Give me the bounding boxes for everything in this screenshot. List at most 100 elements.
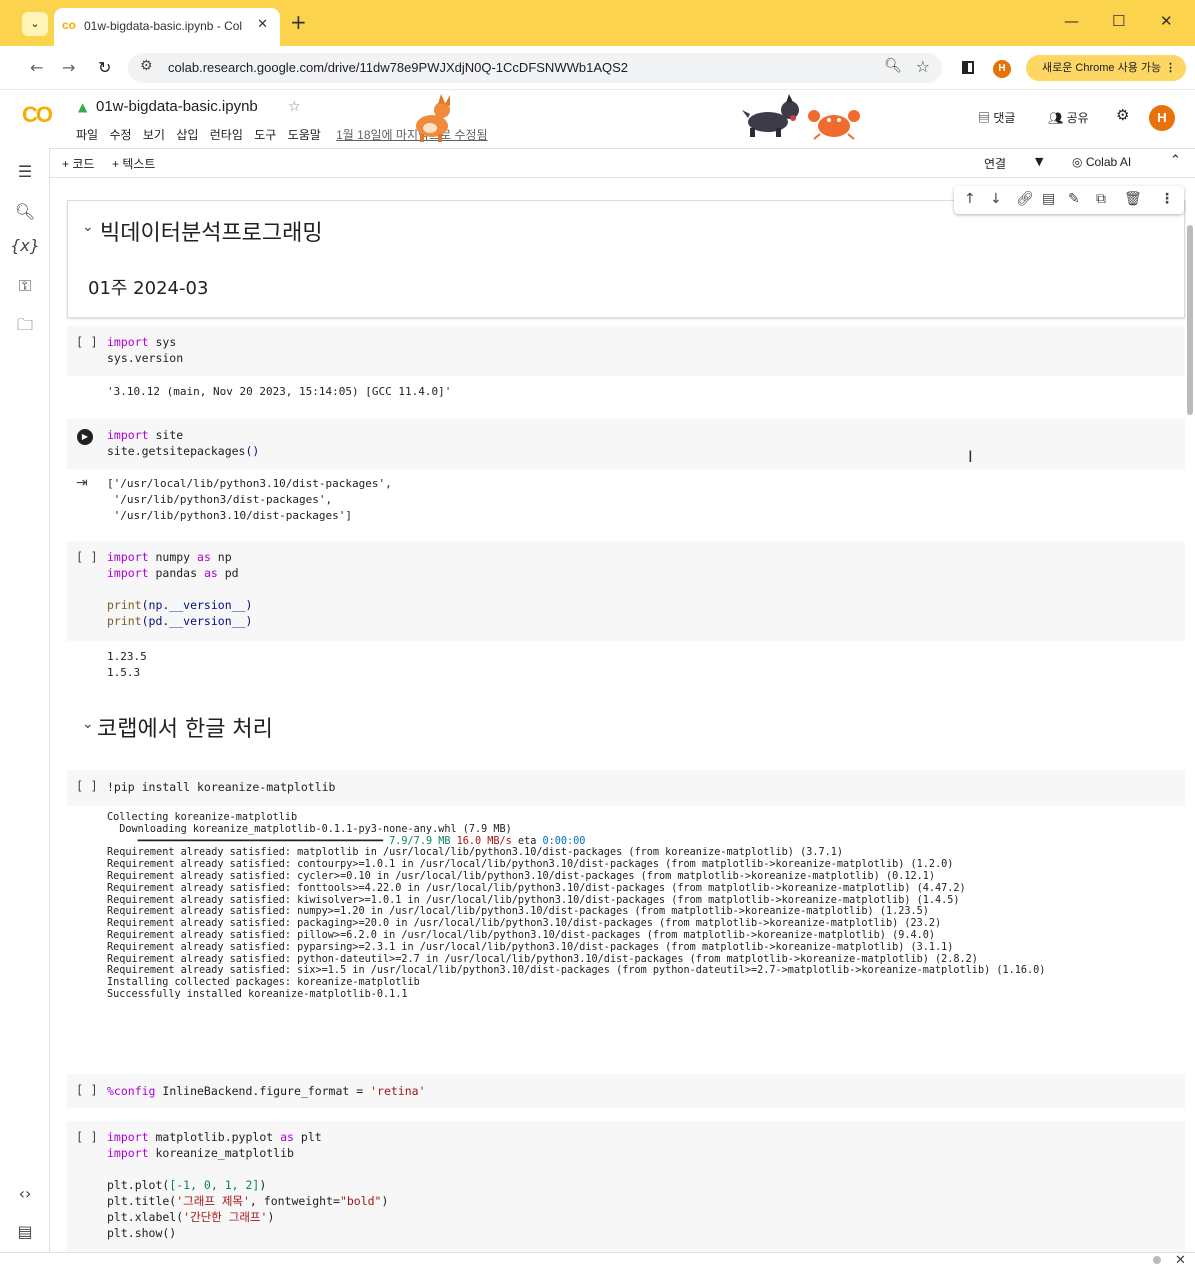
notebook-title[interactable]: 01w-bigdata-basic.ipynb: [96, 98, 258, 115]
table-of-contents-icon[interactable]: ☰: [0, 162, 50, 181]
code-text: numpy: [148, 550, 198, 564]
code-text: (np.__version__): [141, 598, 253, 612]
code-text: plt.title(: [107, 1194, 177, 1208]
comment-cell-icon[interactable]: ▤: [1042, 191, 1055, 207]
code-string: "bold": [339, 1194, 382, 1208]
code-snippets-icon[interactable]: ‹›: [0, 1184, 50, 1203]
code-editor[interactable]: import site site.getsitepackages(): [107, 427, 259, 459]
link-icon[interactable]: 🔗︎: [1016, 191, 1034, 207]
mirror-cell-icon[interactable]: ⧉: [1096, 191, 1106, 207]
colab-ai-button[interactable]: ◎ Colab AI: [1072, 155, 1131, 169]
chrome-profile-avatar[interactable]: H: [993, 60, 1011, 78]
delete-icon[interactable]: 🗑︎: [1124, 191, 1142, 207]
browser-tab-strip: ⌄ co 01w-bigdata-basic.ipynb - Col ✕ + —…: [0, 0, 1195, 46]
search-icon[interactable]: 🔍︎: [0, 202, 50, 221]
run-cell-bracket[interactable]: [ ]: [76, 550, 98, 564]
collapse-section-chevron-icon[interactable]: ⌄: [82, 716, 94, 732]
tab-search-chevron-icon[interactable]: ⌄: [22, 12, 48, 36]
more-options-icon[interactable]: ⋮: [1160, 191, 1174, 207]
site-settings-icon[interactable]: ⚙: [140, 58, 153, 74]
code-keyword: as: [203, 566, 218, 580]
code-editor[interactable]: %config InlineBackend.figure_format = 'r…: [107, 1083, 426, 1099]
code-editor[interactable]: import numpy as np import pandas as pd p…: [107, 549, 252, 629]
run-cell-bracket[interactable]: [ ]: [76, 335, 98, 349]
add-code-button[interactable]: + 코드: [62, 155, 94, 172]
run-play-icon[interactable]: ▶: [77, 429, 93, 445]
tab-close-icon[interactable]: ✕: [257, 17, 268, 32]
code-cell-sys[interactable]: [ ] import sys sys.version: [67, 326, 1185, 376]
back-arrow-icon[interactable]: ←: [30, 58, 43, 77]
secrets-key-icon[interactable]: ⚿: [0, 276, 50, 296]
menu-file[interactable]: 파일: [76, 128, 98, 142]
code-editor[interactable]: import matplotlib.pyplot as plt import k…: [107, 1129, 388, 1241]
comment-label: 댓글: [993, 111, 1016, 125]
colab-ai-icon: ◎: [1072, 155, 1083, 169]
code-number: [-1, 0, 1, 2]: [169, 1178, 260, 1192]
minimize-icon[interactable]: —: [1064, 12, 1079, 30]
code-cell-pip-install[interactable]: [ ] !pip install koreanize-matplotlib: [67, 770, 1185, 806]
code-editor[interactable]: !pip install koreanize-matplotlib: [107, 779, 335, 795]
menu-insert[interactable]: 삽입: [176, 128, 198, 142]
menu-edit[interactable]: 수정: [109, 128, 131, 142]
code-text: site.getsitepackages: [107, 444, 246, 458]
chrome-update-button[interactable]: 새로운 Chrome 사용 가능 ⋮: [1026, 55, 1186, 81]
browser-tab[interactable]: co 01w-bigdata-basic.ipynb - Col ✕: [54, 8, 280, 46]
code-text: plt.xlabel(: [107, 1210, 184, 1224]
menu-tools[interactable]: 도구: [254, 128, 276, 142]
menu-runtime[interactable]: 런타임: [210, 128, 243, 142]
runtime-status-dot-icon: [1153, 1256, 1161, 1264]
cell-output: '3.10.12 (main, Nov 20 2023, 15:14:05) […: [107, 385, 452, 398]
code-cell-config[interactable]: [ ] %config InlineBackend.figure_format …: [67, 1074, 1185, 1108]
run-cell-bracket[interactable]: [ ]: [76, 1130, 98, 1144]
add-text-button[interactable]: + 텍스트: [112, 155, 155, 172]
collapse-section-chevron-icon[interactable]: ⌄: [82, 219, 94, 235]
code-keyword: import: [107, 428, 149, 442]
bookmark-star-icon[interactable]: ☆: [916, 57, 930, 76]
code-text: (pd.__version__): [141, 614, 253, 628]
output-actions-icon[interactable]: ⇥: [76, 475, 88, 491]
settings-gear-icon[interactable]: ⚙: [1116, 106, 1129, 124]
code-text: plt.show(): [107, 1226, 177, 1240]
collapse-header-icon[interactable]: ⌃: [1170, 153, 1181, 168]
colab-header: CO ▲ 01w-bigdata-basic.ipynb ☆ 파일 수정 보기 …: [0, 90, 1195, 148]
connect-button[interactable]: 연결: [984, 155, 1006, 172]
forward-arrow-icon[interactable]: →: [62, 58, 75, 77]
zoom-search-icon[interactable]: 🔍︎: [884, 58, 902, 74]
maximize-icon[interactable]: ☐: [1112, 12, 1125, 30]
code-text: plt.plot(: [107, 1178, 170, 1192]
tab-title: 01w-bigdata-basic.ipynb - Col: [84, 19, 243, 33]
code-text: ): [259, 1178, 267, 1192]
reload-icon[interactable]: ↻: [98, 58, 111, 77]
terminal-icon[interactable]: ▤: [0, 1222, 50, 1241]
window-close-icon[interactable]: ✕: [1160, 12, 1173, 30]
star-icon[interactable]: ☆: [288, 99, 301, 115]
menu-help[interactable]: 도움말: [288, 128, 321, 142]
move-up-icon[interactable]: ↑: [964, 191, 976, 207]
code-cell-matplotlib[interactable]: [ ] import matplotlib.pyplot as plt impo…: [67, 1121, 1185, 1252]
side-panel-icon[interactable]: [962, 61, 974, 74]
files-folder-icon[interactable]: 🗀: [0, 314, 50, 341]
user-avatar[interactable]: H: [1149, 105, 1175, 131]
run-cell-bracket[interactable]: [ ]: [76, 1083, 98, 1097]
status-close-icon[interactable]: ✕: [1175, 1253, 1186, 1268]
colab-logo[interactable]: CO: [22, 102, 53, 128]
comment-button[interactable]: ▤ 댓글: [978, 109, 1015, 126]
notebook-scrollbar[interactable]: [1187, 225, 1193, 415]
move-down-icon[interactable]: ↓: [990, 191, 1002, 207]
code-cell-versions[interactable]: [ ] import numpy as np import pandas as …: [67, 541, 1185, 641]
text-cell-title[interactable]: ⌄ 빅데이터분석프로그래밍 01주 2024-03: [67, 200, 1185, 318]
connect-dropdown-icon[interactable]: ▼: [1035, 155, 1043, 168]
code-cell-site[interactable]: ▶ import site site.getsitepackages(): [67, 419, 1185, 469]
progress-eta: 0:00:00: [542, 835, 586, 847]
run-cell-bracket[interactable]: [ ]: [76, 779, 98, 793]
pip-output-head: Collecting koreanize-matplotlib Download…: [107, 812, 512, 835]
edit-pencil-icon[interactable]: ✎: [1068, 191, 1080, 207]
variables-icon[interactable]: {x}: [0, 236, 50, 255]
code-editor[interactable]: import sys sys.version: [107, 334, 183, 366]
new-tab-plus-icon[interactable]: +: [290, 12, 307, 32]
code-text: np: [210, 550, 232, 564]
share-button[interactable]: 👥︎ 공유: [1048, 109, 1089, 126]
menu-view[interactable]: 보기: [143, 128, 165, 142]
address-bar[interactable]: ⚙ colab.research.google.com/drive/11dw78…: [128, 53, 942, 83]
crab-pet-icon: [808, 110, 860, 140]
